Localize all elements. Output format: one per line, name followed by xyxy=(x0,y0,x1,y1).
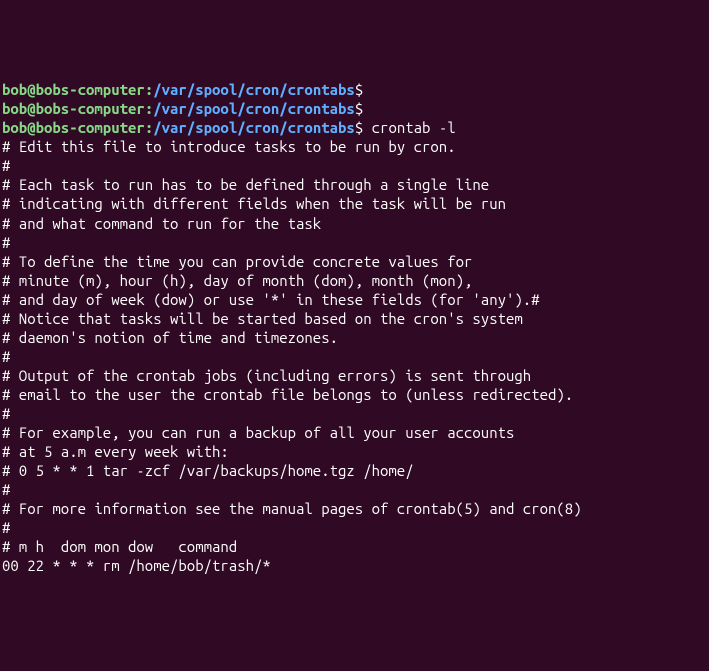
cwd-path: /var/spool/cron/crontabs xyxy=(153,81,355,98)
output-line: # email to the user the crontab file bel… xyxy=(2,385,707,404)
output-line: # xyxy=(2,518,707,537)
output-line: # xyxy=(2,480,707,499)
cwd-path: /var/spool/cron/crontabs xyxy=(153,119,355,136)
prompt-line-3: bob@bobs-computer:/var/spool/cron/cronta… xyxy=(2,118,707,137)
prompt-line-2: bob@bobs-computer:/var/spool/cron/cronta… xyxy=(2,99,707,118)
user-host: bob@bobs-computer xyxy=(2,81,145,98)
output-line: # minute (m), hour (h), day of month (do… xyxy=(2,271,707,290)
command-text: crontab -l xyxy=(372,119,456,136)
command-crontab xyxy=(363,119,371,136)
output-line: # xyxy=(2,156,707,175)
prompt-symbol: $ xyxy=(355,119,363,136)
output-line: # indicating with different fields when … xyxy=(2,194,707,213)
output-line: # Notice that tasks will be started base… xyxy=(2,309,707,328)
terminal-content[interactable]: bob@bobs-computer:/var/spool/cron/cronta… xyxy=(2,80,707,575)
user-host: bob@bobs-computer xyxy=(2,100,145,117)
user-host: bob@bobs-computer xyxy=(2,119,145,136)
output-line: # Output of the crontab jobs (including … xyxy=(2,366,707,385)
output-line: # and day of week (dow) or use '*' in th… xyxy=(2,290,707,309)
output-line: # at 5 a.m every week with: xyxy=(2,442,707,461)
output-line: # Edit this file to introduce tasks to b… xyxy=(2,137,707,156)
output-line: # xyxy=(2,233,707,252)
output-line: # Each task to run has to be defined thr… xyxy=(2,175,707,194)
output-line: # xyxy=(2,404,707,423)
output-line: 00 22 * * * rm /home/bob/trash/* xyxy=(2,556,707,575)
output-line: # To define the time you can provide con… xyxy=(2,252,707,271)
output-line: # m h dom mon dow command xyxy=(2,537,707,556)
output-line: # and what command to run for the task xyxy=(2,214,707,233)
output-line: # For example, you can run a backup of a… xyxy=(2,423,707,442)
output-line: # For more information see the manual pa… xyxy=(2,499,707,518)
output-line: # xyxy=(2,347,707,366)
cwd-path: /var/spool/cron/crontabs xyxy=(153,100,355,117)
prompt-line-1: bob@bobs-computer:/var/spool/cron/cronta… xyxy=(2,80,707,99)
prompt-symbol: $ xyxy=(355,81,363,98)
prompt-symbol: $ xyxy=(355,100,363,117)
output-line: # daemon's notion of time and timezones. xyxy=(2,328,707,347)
output-line: # 0 5 * * 1 tar -zcf /var/backups/home.t… xyxy=(2,461,707,480)
